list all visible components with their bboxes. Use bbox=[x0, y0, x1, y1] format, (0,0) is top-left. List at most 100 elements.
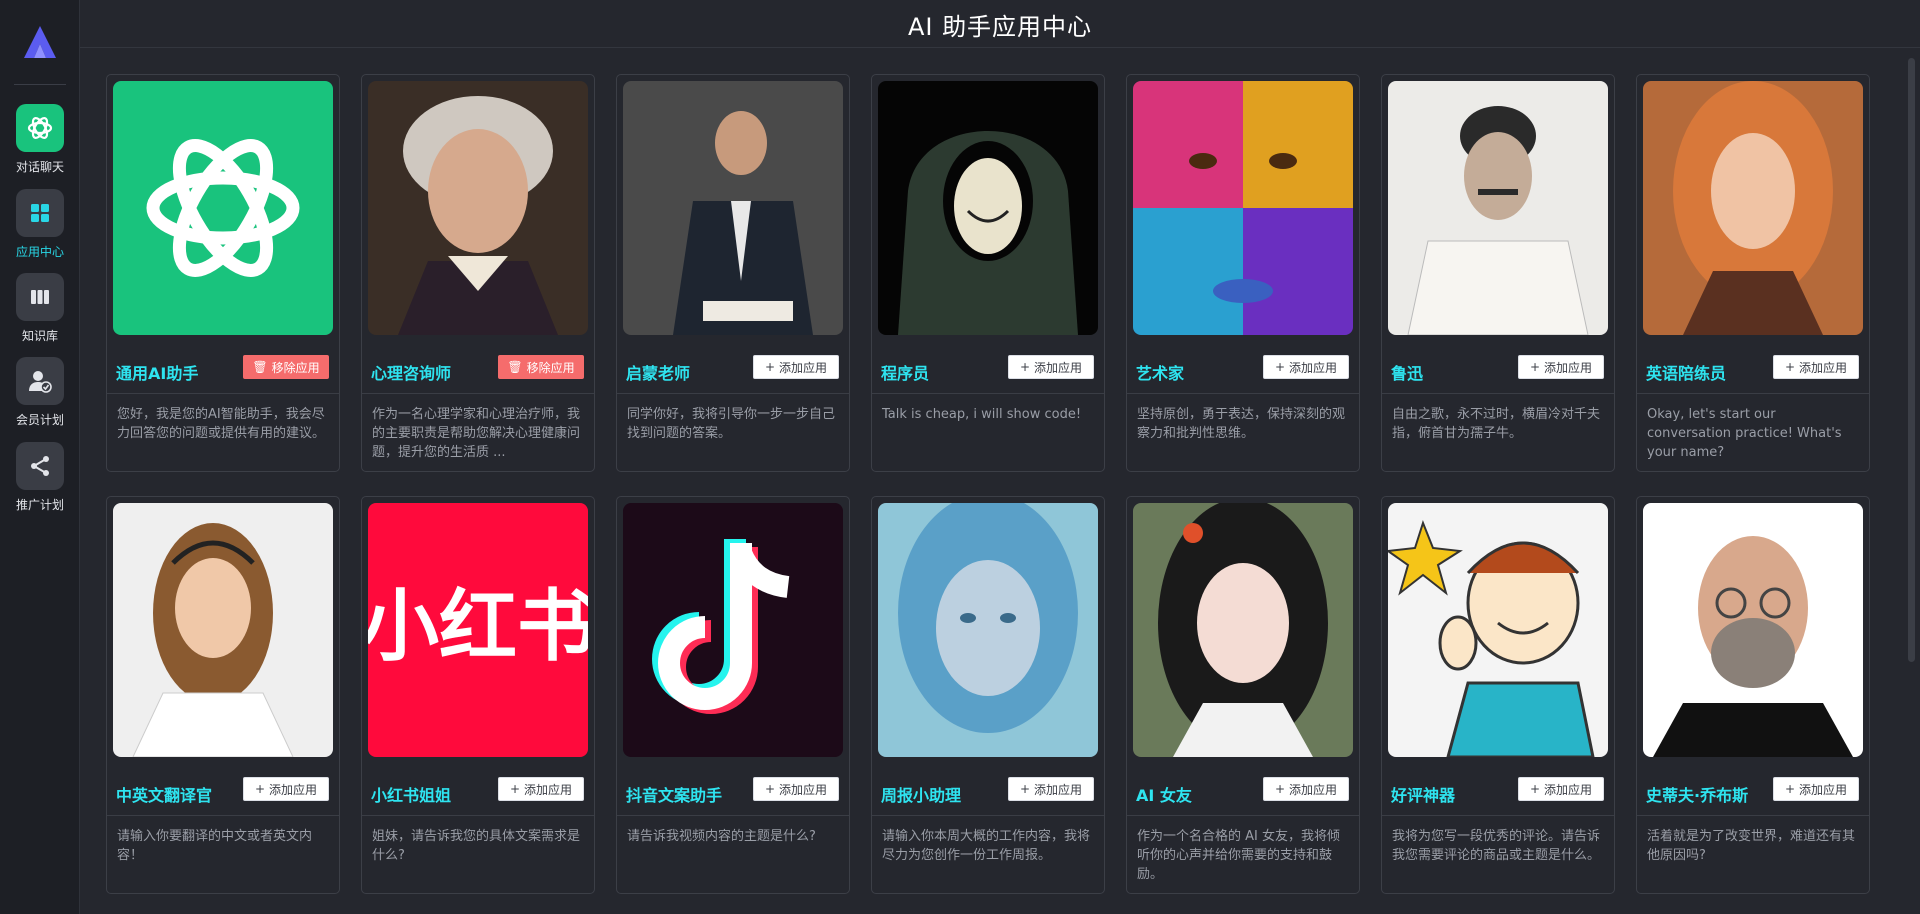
add-app-button[interactable]: + 添加应用 bbox=[753, 777, 839, 801]
plus-icon: + bbox=[1019, 782, 1031, 796]
add-app-button[interactable]: + 添加应用 bbox=[1518, 355, 1604, 379]
share-icon bbox=[16, 442, 64, 490]
app-card-general-ai[interactable]: 通用AI助手 🗑 移除应用 您好，我是您的AI智能助手，我会尽力回答您的问题或提… bbox=[106, 74, 340, 472]
app-card-luxun[interactable]: 鲁迅 + 添加应用 自由之歌，永不过时，横眉冷对千夫指，俯首甘为孺子牛。 bbox=[1381, 74, 1615, 472]
app-avatar bbox=[1133, 81, 1353, 335]
add-app-button[interactable]: + 添加应用 bbox=[243, 777, 329, 801]
app-name: 鲁迅 bbox=[1391, 364, 1424, 383]
app-name: 程序员 bbox=[881, 364, 930, 383]
openai-icon bbox=[16, 104, 64, 152]
add-app-button[interactable]: + 添加应用 bbox=[1008, 355, 1094, 379]
app-card-douyin[interactable]: 抖音文案助手 + 添加应用 请告诉我视频内容的主题是什么? bbox=[616, 496, 850, 894]
card-divider bbox=[362, 393, 594, 394]
app-name: 艺术家 bbox=[1136, 364, 1185, 383]
sidebar-divider bbox=[14, 84, 66, 85]
app-card-review-writer[interactable]: 好评神器 + 添加应用 我将为您写一段优秀的评论。请告诉我您需要评论的商品或主题… bbox=[1381, 496, 1615, 894]
app-name: 心理咨询师 bbox=[371, 364, 452, 383]
card-divider bbox=[1127, 393, 1359, 394]
app-card-psychologist[interactable]: 心理咨询师 🗑 移除应用 作为一名心理学家和心理治疗师，我的主要职责是帮助您解决… bbox=[361, 74, 595, 472]
add-app-button[interactable]: + 添加应用 bbox=[1518, 777, 1604, 801]
add-app-button[interactable]: + 添加应用 bbox=[498, 777, 584, 801]
app-name: 小红书姐姐 bbox=[371, 786, 452, 805]
plus-icon: + bbox=[1274, 360, 1286, 374]
svg-text:小红书: 小红书 bbox=[368, 582, 588, 672]
app-description: 同学你好，我将引导你一步一步自己找到问题的答案。 bbox=[627, 407, 836, 441]
app-card-artist[interactable]: 艺术家 + 添加应用 坚持原创，勇于表达，保持深刻的观察力和批判性思维。 bbox=[1126, 74, 1360, 472]
sidebar-item-referral[interactable]: 推广计划 bbox=[0, 442, 80, 514]
sidebar: 对话聊天 应用中心 知识库 会员计划 推广计划 bbox=[0, 0, 80, 914]
app-avatar bbox=[878, 81, 1098, 335]
app-card-xiaohongshu[interactable]: 小红书 小红书姐姐 + 添加应用 姐妹，请告诉我您的具体文案需求是什么? bbox=[361, 496, 595, 894]
plus-icon: + bbox=[1784, 360, 1796, 374]
app-card-ai-girlfriend[interactable]: AI 女友 + 添加应用 作为一个名合格的 AI 女友，我将倾听你的心声并给你需… bbox=[1126, 496, 1360, 894]
app-avatar bbox=[368, 81, 588, 335]
scrollbar-thumb[interactable] bbox=[1908, 58, 1915, 662]
remove-app-button[interactable]: 🗑 移除应用 bbox=[243, 355, 329, 379]
app-avatar bbox=[623, 81, 843, 335]
app-card-translator[interactable]: 中英文翻译官 + 添加应用 请输入你要翻译的中文或者英文内容！ bbox=[106, 496, 340, 894]
app-name: 启蒙老师 bbox=[626, 364, 691, 383]
app-name: 周报小助理 bbox=[881, 786, 962, 805]
plus-icon: + bbox=[764, 360, 776, 374]
plus-icon: + bbox=[1529, 782, 1541, 796]
sidebar-item-label: 应用中心 bbox=[15, 245, 64, 259]
sidebar-item-knowledge[interactable]: 知识库 bbox=[0, 273, 80, 345]
app-description: 姐妹，请告诉我您的具体文案需求是什么? bbox=[372, 829, 581, 863]
sidebar-item-label: 推广计划 bbox=[15, 498, 64, 512]
app-name: 通用AI助手 bbox=[116, 364, 199, 383]
card-divider bbox=[107, 393, 339, 394]
app-card-programmer[interactable]: 程序员 + 添加应用 Talk is cheap, i will show co… bbox=[871, 74, 1105, 472]
plus-icon: + bbox=[1784, 782, 1796, 796]
app-description: 自由之歌，永不过时，横眉冷对千夫指，俯首甘为孺子牛。 bbox=[1392, 407, 1601, 441]
card-divider bbox=[617, 815, 849, 816]
add-app-button[interactable]: + 添加应用 bbox=[753, 355, 839, 379]
app-name: 抖音文案助手 bbox=[626, 786, 723, 805]
app-avatar bbox=[1388, 81, 1608, 335]
card-divider bbox=[872, 393, 1104, 394]
card-divider bbox=[872, 815, 1104, 816]
remove-app-button[interactable]: 🗑 移除应用 bbox=[498, 355, 584, 379]
add-app-button[interactable]: + 添加应用 bbox=[1008, 777, 1094, 801]
member-icon bbox=[16, 357, 64, 405]
brand-logo[interactable] bbox=[20, 24, 60, 60]
app-card-steve-jobs[interactable]: 史蒂夫·乔布斯 + 添加应用 活着就是为了改变世界，难道还有其他原因吗? bbox=[1636, 496, 1870, 894]
plus-icon: + bbox=[1019, 360, 1031, 374]
portrait-image bbox=[878, 81, 1098, 335]
openai-logo-icon bbox=[113, 81, 333, 335]
add-app-button[interactable]: + 添加应用 bbox=[1773, 355, 1859, 379]
plus-icon: + bbox=[509, 782, 521, 796]
card-divider bbox=[1637, 393, 1869, 394]
trash-icon: 🗑 bbox=[252, 360, 268, 374]
add-app-button[interactable]: + 添加应用 bbox=[1263, 355, 1349, 379]
app-avatar bbox=[1388, 503, 1608, 757]
portrait-image bbox=[113, 503, 333, 757]
app-name: 史蒂夫·乔布斯 bbox=[1646, 786, 1749, 805]
plus-icon: + bbox=[1274, 782, 1286, 796]
app-card-weekly-report[interactable]: 周报小助理 + 添加应用 请输入你本周大概的工作内容，我将尽力为您创作一份工作周… bbox=[871, 496, 1105, 894]
app-card-english-coach[interactable]: 英语陪练员 + 添加应用 Okay, let's start our conve… bbox=[1636, 74, 1870, 472]
app-name: 好评神器 bbox=[1391, 786, 1456, 805]
sidebar-item-label: 知识库 bbox=[21, 329, 58, 343]
plus-icon: + bbox=[254, 782, 266, 796]
app-description: 请告诉我视频内容的主题是什么? bbox=[627, 829, 816, 844]
app-avatar bbox=[878, 503, 1098, 757]
sidebar-item-apps[interactable]: 应用中心 bbox=[0, 189, 80, 261]
app-avatar bbox=[1643, 503, 1863, 757]
sidebar-item-membership[interactable]: 会员计划 bbox=[0, 357, 80, 429]
portrait-image bbox=[1643, 503, 1863, 757]
add-app-button[interactable]: + 添加应用 bbox=[1773, 777, 1859, 801]
sidebar-item-chat[interactable]: 对话聊天 bbox=[0, 104, 80, 176]
add-app-button[interactable]: + 添加应用 bbox=[1263, 777, 1349, 801]
app-description: Talk is cheap, i will show code! bbox=[882, 407, 1082, 422]
top-bar: AI 助手应用中心 bbox=[80, 0, 1920, 48]
app-description: 作为一个名合格的 AI 女友，我将倾听你的心声并给你需要的支持和鼓励。 bbox=[1137, 829, 1340, 882]
app-description: 请输入你要翻译的中文或者英文内容！ bbox=[117, 829, 313, 863]
app-card-tutor[interactable]: 启蒙老师 + 添加应用 同学你好，我将引导你一步一步自己找到问题的答案。 bbox=[616, 74, 850, 472]
book-icon bbox=[16, 273, 64, 321]
app-avatar bbox=[113, 503, 333, 757]
trash-icon: 🗑 bbox=[507, 360, 523, 374]
plus-icon: + bbox=[764, 782, 776, 796]
app-description: 活着就是为了改变世界，难道还有其他原因吗? bbox=[1647, 829, 1856, 863]
portrait-image bbox=[368, 81, 588, 335]
card-divider bbox=[362, 815, 594, 816]
